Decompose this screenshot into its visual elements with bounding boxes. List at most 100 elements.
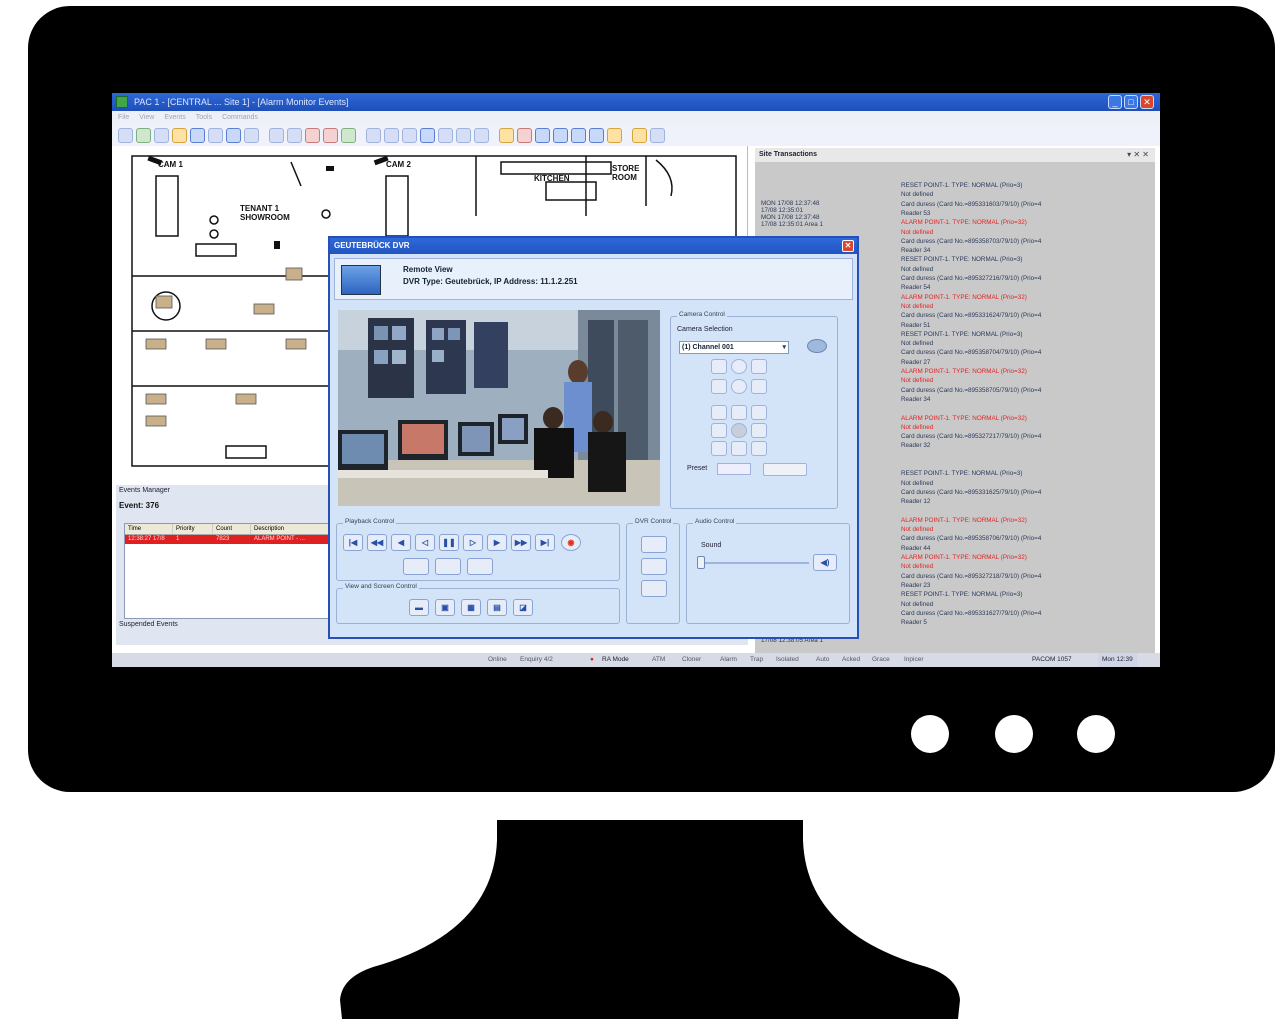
camera-control-group: Camera Control Camera Selection (1) Chan… — [670, 311, 838, 509]
panel-controls[interactable]: ▾ ✕ ✕ — [1127, 148, 1149, 162]
play-icon[interactable]: ▶ — [487, 534, 507, 551]
snapshot-icon[interactable]: ◪ — [513, 599, 533, 616]
preset-input[interactable] — [717, 463, 751, 475]
multi-view-icon[interactable]: ▤ — [487, 599, 507, 616]
status-enquiry: Enquiry 4/2 — [520, 656, 553, 663]
toolbar-button[interactable] — [402, 127, 417, 143]
toolbar-button[interactable] — [190, 127, 205, 143]
skip-start-icon[interactable]: |◀ — [343, 534, 363, 551]
main-toolbar — [112, 124, 1160, 146]
toolbar-button[interactable] — [341, 127, 356, 143]
col-count[interactable]: Count — [213, 524, 251, 534]
pan-down-left-button[interactable] — [711, 441, 727, 456]
pan-up-right-button[interactable] — [751, 405, 767, 420]
dialog-close-button[interactable]: ✕ — [842, 240, 854, 252]
toolbar-button[interactable] — [553, 127, 568, 143]
toolbar-button[interactable] — [384, 127, 399, 143]
toolbar-button[interactable] — [136, 127, 151, 143]
dvr-dialog[interactable]: GEUTEBRÜCK DVR ✕ Remote View DVR Type: G… — [328, 236, 859, 639]
view-screen-control-label: View and Screen Control — [343, 583, 419, 590]
camera-video-feed[interactable] — [338, 310, 660, 506]
menu-view[interactable]: View — [139, 111, 154, 124]
focus-near-button[interactable] — [751, 359, 767, 374]
toolbar-button[interactable] — [269, 127, 284, 143]
toolbar-button[interactable] — [323, 127, 338, 143]
toolbar-button[interactable] — [118, 127, 133, 143]
record-icon[interactable]: ◉ — [561, 534, 581, 551]
prev-frame-icon[interactable]: ◀ — [391, 534, 411, 551]
search-video-icon[interactable] — [435, 558, 461, 575]
pan-down-right-button[interactable] — [751, 441, 767, 456]
pause-icon[interactable]: ❚❚ — [439, 534, 459, 551]
toolbar-button[interactable] — [650, 127, 665, 143]
toolbar-button[interactable] — [535, 127, 550, 143]
menu-tools[interactable]: Tools — [196, 111, 212, 124]
toolbar-button[interactable] — [305, 127, 320, 143]
toolbar-button[interactable] — [420, 127, 435, 143]
reverse-icon[interactable]: ◁ — [415, 534, 435, 551]
menu-events[interactable]: Events — [164, 111, 185, 124]
col-time[interactable]: Time — [125, 524, 173, 534]
export-icon[interactable] — [403, 558, 429, 575]
maximize-button[interactable]: □ — [1124, 95, 1138, 109]
dvr-dialog-titlebar[interactable]: GEUTEBRÜCK DVR ✕ — [330, 238, 857, 254]
pan-down-button[interactable] — [731, 441, 747, 456]
preset-label: Preset — [687, 465, 708, 472]
pan-left-button[interactable] — [711, 423, 727, 438]
toolbar-button[interactable] — [172, 127, 187, 143]
transaction-entry: Reader 32 — [901, 442, 931, 450]
pan-up-button[interactable] — [731, 405, 747, 420]
dvr-connect-icon[interactable] — [641, 536, 667, 553]
zoom-out-button[interactable] — [711, 379, 727, 394]
fullscreen-icon[interactable]: ▣ — [435, 599, 455, 616]
dvr-disconnect-icon[interactable] — [641, 558, 667, 575]
toolbar-button[interactable] — [438, 127, 453, 143]
transaction-entry: Card duress (Card No.=895358706/79/10) (… — [901, 535, 1042, 543]
dvr-monitor-icon[interactable] — [641, 580, 667, 597]
toolbar-button[interactable] — [226, 127, 241, 143]
cam1-label: CAM 1 — [158, 160, 183, 169]
pan-center-button[interactable] — [731, 423, 747, 438]
iris-close-button[interactable] — [731, 379, 747, 394]
transaction-entry: Reader 44 — [901, 544, 931, 552]
pan-up-left-button[interactable] — [711, 405, 727, 420]
toolbar-button[interactable] — [366, 127, 381, 143]
toolbar-button[interactable] — [474, 127, 489, 143]
transaction-entry: Card duress (Card No.=895331603/79/10) (… — [901, 200, 1042, 208]
skip-end-icon[interactable]: ▶| — [535, 534, 555, 551]
toolbar-button[interactable] — [499, 127, 514, 143]
toolbar-button[interactable] — [632, 127, 647, 143]
toolbar-button[interactable] — [154, 127, 169, 143]
quad-view-icon[interactable]: ▦ — [461, 599, 481, 616]
camera-icon[interactable] — [807, 339, 827, 353]
col-priority[interactable]: Priority — [173, 524, 213, 534]
toolbar-button[interactable] — [607, 127, 622, 143]
step-back-icon[interactable]: ◀◀ — [367, 534, 387, 551]
toolbar-button[interactable] — [456, 127, 471, 143]
sound-slider-track[interactable] — [699, 562, 809, 564]
toolbar-button[interactable] — [517, 127, 532, 143]
single-view-icon[interactable]: ▬ — [409, 599, 429, 616]
toolbar-button[interactable] — [208, 127, 223, 143]
pan-right-button[interactable] — [751, 423, 767, 438]
next-frame-icon[interactable]: ▷ — [463, 534, 483, 551]
fast-forward-icon[interactable]: ▶▶ — [511, 534, 531, 551]
transaction-entry: Not defined — [901, 377, 934, 385]
toolbar-button[interactable] — [571, 127, 586, 143]
minimize-button[interactable]: _ — [1108, 95, 1122, 109]
focus-far-button[interactable] — [751, 379, 767, 394]
camera-selection-dropdown[interactable]: (1) Channel 001 ▾ — [679, 341, 789, 354]
sound-slider-thumb[interactable] — [697, 556, 705, 569]
toolbar-button[interactable] — [244, 127, 259, 143]
surveillance-room-image — [338, 310, 660, 506]
toolbar-button[interactable] — [287, 127, 302, 143]
iris-open-button[interactable] — [731, 359, 747, 374]
preset-go-button[interactable] — [763, 463, 807, 476]
toolbar-button[interactable] — [589, 127, 604, 143]
menu-file[interactable]: File — [118, 111, 129, 124]
speaker-icon[interactable]: ◀) — [813, 554, 837, 571]
menu-commands[interactable]: Commands — [222, 111, 258, 124]
zoom-in-button[interactable] — [711, 359, 727, 374]
close-button[interactable]: ✕ — [1140, 95, 1154, 109]
bookmark-icon[interactable] — [467, 558, 493, 575]
